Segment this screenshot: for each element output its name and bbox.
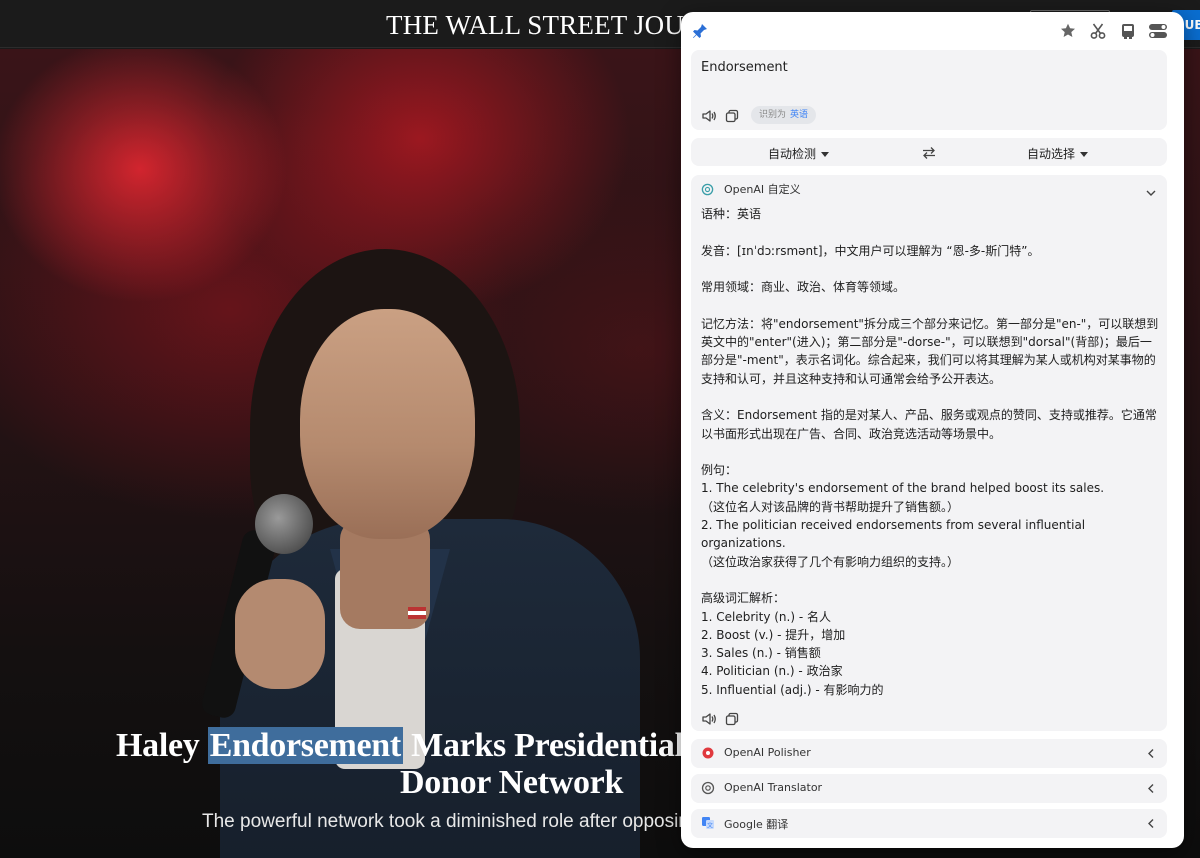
- google-translate-icon: 文: [702, 817, 714, 830]
- headline-part: Haley: [116, 727, 208, 764]
- result-blank-line: [701, 388, 1163, 406]
- svg-text:文: 文: [707, 822, 713, 830]
- result-line: 1. The celebrity's endorsement of the br…: [701, 481, 1105, 496]
- chevron-down-icon: [821, 152, 830, 157]
- detected-language: 英语: [790, 110, 809, 120]
- result-service-header[interactable]: OpenAI 自定义: [701, 181, 801, 197]
- result-line: 常用领域：商业、政治、体育等领域。: [701, 280, 906, 295]
- openai-icon: [701, 183, 714, 195]
- star-icon[interactable]: [1059, 22, 1077, 40]
- headline-part: Marks Presidential: [402, 727, 684, 764]
- speaker-icon[interactable]: [701, 711, 717, 725]
- scissors-icon[interactable]: [1089, 22, 1107, 40]
- translation-result-card: OpenAI 自定义 语种：英语发音：[ɪnˈdɔːrsmənt]，中文用户可以…: [691, 175, 1167, 731]
- chevron-left-icon: [1148, 784, 1154, 793]
- result-line: 2. The politician received endorsements …: [701, 518, 1086, 551]
- swap-languages-icon[interactable]: [921, 145, 937, 159]
- service-item-openai-translator[interactable]: OpenAI Translator: [691, 774, 1167, 803]
- flag-pin: [408, 607, 426, 619]
- service-item-google-translate[interactable]: 文 Google 翻译: [691, 809, 1167, 838]
- result-line: 2. Boost (v.) - 提升，增加: [701, 627, 846, 642]
- service-label: OpenAI Translator: [724, 781, 823, 794]
- source-text-area[interactable]: Endorsement 识别为 英语: [691, 50, 1167, 130]
- service-label: OpenAI Polisher: [724, 746, 811, 759]
- result-blank-line: [701, 296, 1163, 314]
- language-selector-bar: 自动检测 自动选择: [691, 138, 1167, 166]
- result-line: （这位政治家获得了几个有影响力组织的支持。）: [701, 554, 960, 569]
- chevron-left-icon: [1148, 749, 1154, 758]
- result-line: 4. Politician (n.) - 政治家: [701, 664, 843, 679]
- result-line: 高级词汇解析：: [701, 591, 786, 606]
- speaker-icon[interactable]: [701, 108, 717, 122]
- result-service-name: OpenAI 自定义: [724, 183, 801, 196]
- result-line: 3. Sales (n.) - 销售额: [701, 646, 821, 661]
- copy-icon[interactable]: [725, 108, 739, 123]
- target-language-label: 自动选择: [1027, 147, 1076, 161]
- source-text[interactable]: Endorsement: [701, 60, 788, 75]
- target-language-select[interactable]: 自动选择: [1027, 145, 1089, 162]
- headline-selected-word[interactable]: Endorsement: [207, 727, 403, 764]
- article-dek: The powerful network took a diminished r…: [202, 811, 700, 832]
- translation-result-text: 语种：英语发音：[ɪnˈdɔːrsmənt]，中文用户可以理解为 “恩-多-斯门…: [701, 205, 1163, 699]
- polisher-icon: [702, 747, 714, 759]
- translator-popup: Endorsement 识别为 英语 自动检测 自动选择 OpenAI 自定义 语…: [681, 12, 1184, 848]
- result-line: 5. Influential (adj.) - 有影响力的: [701, 682, 884, 697]
- photo-face: [300, 309, 475, 539]
- source-language-label: 自动检测: [768, 147, 817, 161]
- result-line: 1. Celebrity (n.) - 名人: [701, 609, 831, 624]
- result-blank-line: [701, 571, 1163, 589]
- result-line: 含义：Endorsement 指的是对某人、产品、服务或观点的赞同、支持或推荐。…: [701, 408, 1157, 441]
- chevron-up-icon[interactable]: [1145, 183, 1157, 196]
- article-headline[interactable]: Haley Endorsement Marks Presidential: [116, 727, 684, 765]
- service-item-openai-polisher[interactable]: OpenAI Polisher: [691, 739, 1167, 768]
- detected-prefix: 识别为: [759, 110, 787, 120]
- result-blank-line: [701, 260, 1163, 278]
- pin-icon[interactable]: [691, 22, 709, 40]
- result-line: 语种：英语: [701, 207, 762, 221]
- result-line: 发音：[ɪnˈdɔːrsmənt]，中文用户可以理解为 “恩-多-斯门特”。: [701, 243, 1040, 258]
- result-blank-line: [701, 223, 1163, 241]
- result-line: 记忆方法：将"endorsement"拆分成三个部分来记忆。第一部分是"en-"…: [701, 316, 1159, 386]
- detected-language-badge: 识别为 英语: [751, 106, 817, 124]
- article-headline-line2[interactable]: Donor Network: [400, 764, 623, 802]
- microphone-head: [255, 494, 313, 554]
- settings-toggle-icon[interactable]: [1148, 22, 1168, 40]
- openai-icon: [701, 781, 715, 795]
- vocab-book-icon[interactable]: [1119, 22, 1137, 40]
- service-label: Google 翻译: [724, 818, 789, 831]
- chevron-down-icon: [1080, 152, 1089, 157]
- chevron-left-icon: [1148, 819, 1154, 828]
- copy-icon[interactable]: [725, 711, 739, 726]
- result-line: 例句：: [701, 463, 738, 478]
- result-blank-line: [701, 443, 1163, 461]
- source-language-select[interactable]: 自动检测: [768, 145, 830, 162]
- photo-hand: [235, 579, 325, 689]
- result-line: （这位名人对该品牌的背书帮助提升了销售额。）: [701, 499, 960, 514]
